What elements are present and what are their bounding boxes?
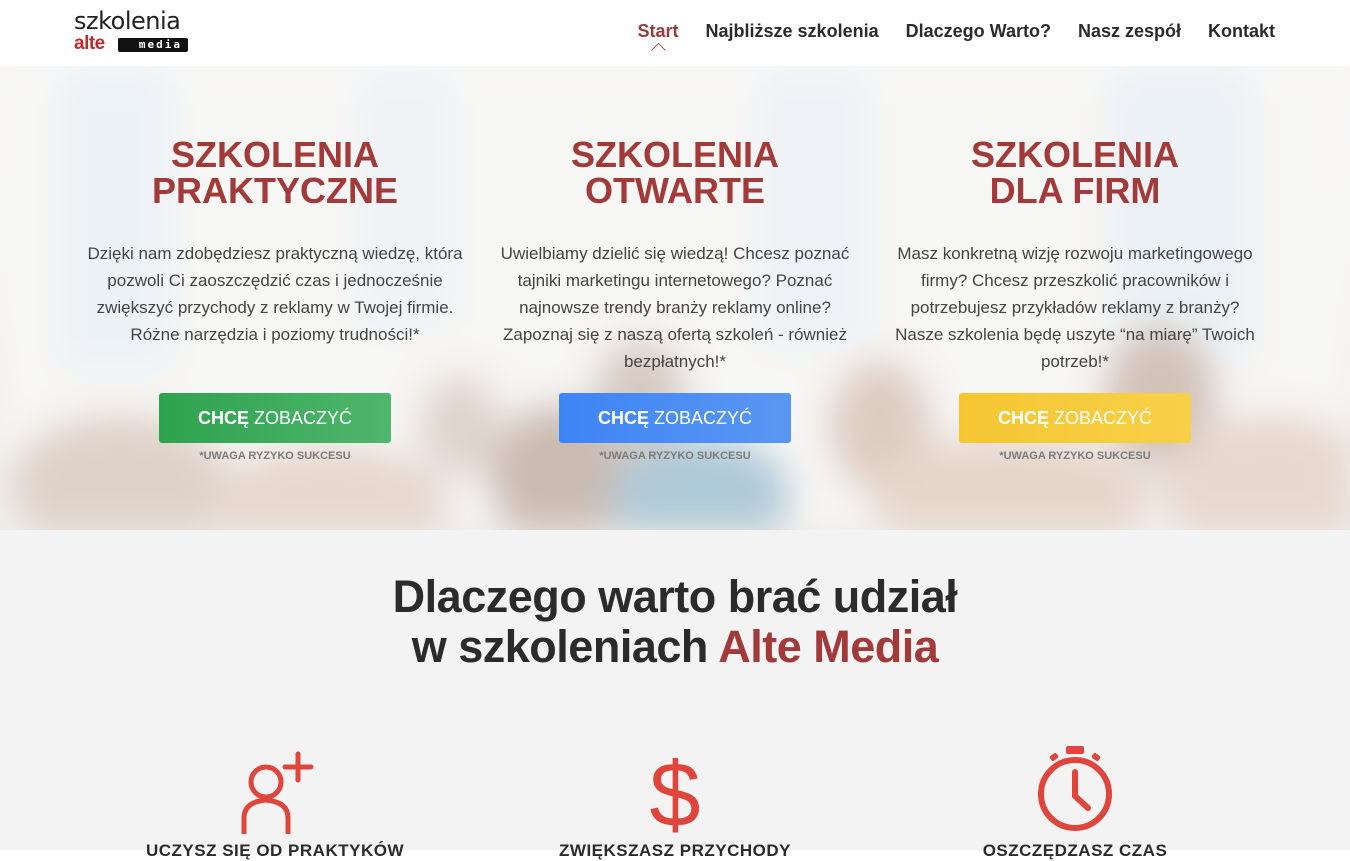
offer-description: Masz konkretną wizję rozwoju marketingow… bbox=[895, 244, 1255, 371]
see-practical-button[interactable]: CHCĘ ZOBACZYĆ bbox=[159, 393, 391, 443]
offer-note: *UWAGA RYZYKO SUKCESU bbox=[199, 450, 351, 462]
heading-brand: Alte Media bbox=[718, 621, 939, 672]
cta-text: ZOBACZYĆ bbox=[254, 408, 353, 428]
svg-text:$: $ bbox=[649, 744, 700, 834]
offer-title-line1: SZKOLENIA bbox=[570, 134, 779, 175]
feature-label: ZWIĘKSZASZ PRZYCHODY bbox=[559, 841, 791, 860]
why-section: Dlaczego warto brać udział w szkoleniach… bbox=[0, 530, 1350, 860]
see-companies-button[interactable]: CHCĘ ZOBACZYĆ bbox=[959, 393, 1191, 443]
offer-description: Dzięki nam zdobędziesz praktyczną wiedzę… bbox=[87, 244, 463, 344]
offer-title: SZKOLENIA OTWARTE bbox=[475, 137, 875, 209]
cta-text: ZOBACZYĆ bbox=[1054, 408, 1153, 428]
section-heading: Dlaczego warto brać udział w szkoleniach… bbox=[0, 572, 1350, 672]
offer-note: *UWAGA RYZYKO SUKCESU bbox=[599, 450, 751, 462]
nav-upcoming-trainings[interactable]: Najbliższe szkolenia bbox=[706, 20, 879, 42]
offer-description: Uwielbiamy dzielić się wiedzą! Chcesz po… bbox=[500, 244, 850, 371]
heading-line2: w szkoleniach Alte Media bbox=[0, 622, 1350, 672]
logo-alte: alte bbox=[74, 33, 105, 54]
offer-title-line2: OTWARTE bbox=[585, 170, 765, 211]
heading-line1: Dlaczego warto brać udział bbox=[392, 571, 958, 622]
nav-contact[interactable]: Kontakt bbox=[1208, 20, 1275, 42]
nav-why-worth-it[interactable]: Dlaczego Warto? bbox=[906, 20, 1051, 42]
offer-title-line1: SZKOLENIA bbox=[170, 134, 379, 175]
feature-label: UCZYSZ SIĘ OD PRAKTYKÓW bbox=[145, 841, 404, 860]
offer-title: SZKOLENIA PRAKTYCZNE bbox=[75, 137, 475, 209]
offer-title-line1: SZKOLENIA bbox=[970, 134, 1179, 175]
nav-start[interactable]: Start bbox=[638, 20, 679, 42]
add-user-icon bbox=[241, 751, 314, 834]
cta-bold-text: CHCĘ bbox=[997, 408, 1049, 428]
cta-bold-text: CHCĘ bbox=[197, 408, 249, 428]
heading-prefix: w szkoleniach bbox=[411, 621, 719, 672]
site-header: szkolenia alte media Start Najbliższe sz… bbox=[0, 0, 1350, 66]
stopwatch-icon bbox=[1038, 746, 1112, 831]
cta-text: ZOBACZYĆ bbox=[654, 408, 753, 428]
cta-bold-text: CHCĘ bbox=[597, 408, 649, 428]
logo[interactable]: szkolenia alte media bbox=[74, 8, 194, 56]
offer-title-line2: DLA FIRM bbox=[989, 170, 1161, 211]
see-open-button[interactable]: CHCĘ ZOBACZYĆ bbox=[559, 393, 791, 443]
nav-our-team[interactable]: Nasz zespół bbox=[1078, 20, 1181, 42]
logo-szkolenia: szkolenia bbox=[74, 7, 181, 35]
offer-title: SZKOLENIA DLA FIRM bbox=[875, 137, 1275, 209]
hero-section: SZKOLENIA PRAKTYCZNE Dzięki nam zdobędzi… bbox=[0, 66, 1350, 530]
logo-media: media bbox=[118, 38, 188, 52]
main-nav: Start Najbliższe szkolenia Dlaczego Wart… bbox=[611, 20, 1276, 42]
feature-label: OSZCZĘDZASZ CZAS bbox=[982, 841, 1168, 860]
dollar-icon: $ bbox=[649, 744, 700, 834]
offer-note: *UWAGA RYZYKO SUKCESU bbox=[999, 450, 1151, 462]
offer-title-line2: PRAKTYCZNE bbox=[151, 170, 398, 211]
